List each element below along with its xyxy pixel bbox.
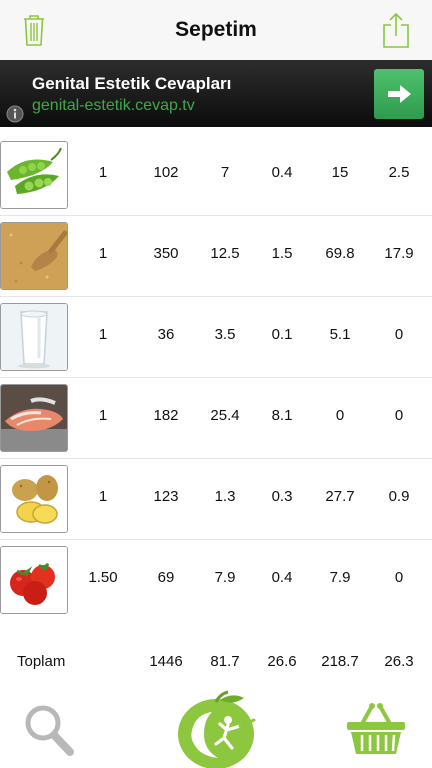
fiber-value: 0 xyxy=(394,407,404,424)
quantity-value: 1 xyxy=(98,326,108,343)
carbohydrate-value: 69.8 xyxy=(325,245,355,262)
fiber-value: 0.9 xyxy=(388,488,410,505)
ad-title: Genital Estetik Cevapları xyxy=(32,74,232,93)
quantity-value: 1 xyxy=(98,164,108,181)
peas-image xyxy=(0,141,68,209)
calorie-value: 69 xyxy=(157,569,175,586)
carbohydrate-value: 7.9 xyxy=(329,569,351,586)
list-item[interactable]: 1 350 12.5 1.5 69.8 17.9 xyxy=(0,215,432,297)
home-tab[interactable] xyxy=(170,690,262,768)
carbohydrate-value: 15 xyxy=(331,164,349,181)
search-icon xyxy=(25,705,74,756)
bulgur-image xyxy=(0,222,68,290)
ad-url: genital-estetik.cevap.tv xyxy=(32,97,195,114)
basket-icon xyxy=(347,703,405,754)
ad-banner[interactable]: Genital Estetik Cevapları genital-esteti… xyxy=(0,60,432,127)
calorie-value: 182 xyxy=(153,407,179,424)
fat-value: 0.3 xyxy=(271,488,293,505)
fiber-value: 0 xyxy=(394,569,404,586)
calorie-value: 102 xyxy=(153,164,179,181)
share-button[interactable] xyxy=(378,10,414,50)
search-tab[interactable] xyxy=(22,702,76,758)
navigation-bar: Sepetim xyxy=(0,0,432,61)
share-icon xyxy=(383,12,409,48)
info-icon xyxy=(6,105,24,123)
list-item[interactable]: 1 182 25.4 8.1 0 0 xyxy=(0,377,432,459)
fat-value: 8.1 xyxy=(271,407,293,424)
total-fiber-value: 26.3 xyxy=(384,653,414,670)
protein-value: 3.5 xyxy=(214,326,236,343)
apple-logo-icon xyxy=(178,690,256,768)
protein-value: 12.5 xyxy=(210,245,240,262)
protein-value: 7 xyxy=(220,164,230,181)
list-item[interactable]: 1 123 1.3 0.3 27.7 0.9 xyxy=(0,458,432,540)
page-title: Sepetim xyxy=(175,18,257,41)
potato-image xyxy=(0,465,68,533)
total-carbohydrate-value: 218.7 xyxy=(321,653,359,670)
fat-value: 0.4 xyxy=(271,164,293,181)
total-row: Toplam 1446 81.7 26.6 218.7 26.3 xyxy=(0,640,432,680)
protein-value: 25.4 xyxy=(210,407,240,424)
salmon-image xyxy=(0,384,68,452)
carbohydrate-value: 27.7 xyxy=(325,488,355,505)
fat-value: 0.4 xyxy=(271,569,293,586)
list-item[interactable]: 1 36 3.5 0.1 5.1 0 xyxy=(0,296,432,378)
quantity-value: 1.50 xyxy=(88,569,118,586)
total-label: Toplam xyxy=(17,653,66,670)
fat-value: 0.1 xyxy=(271,326,293,343)
total-fat-value: 26.6 xyxy=(267,653,297,670)
total-protein-value: 81.7 xyxy=(210,653,240,670)
fiber-value: 0 xyxy=(394,326,404,343)
calorie-value: 36 xyxy=(157,326,175,343)
fiber-value: 17.9 xyxy=(384,245,414,262)
carbohydrate-value: 5.1 xyxy=(329,326,351,343)
milk-glass-image xyxy=(0,303,68,371)
ad-info-button[interactable] xyxy=(6,105,24,128)
protein-value: 1.3 xyxy=(214,488,236,505)
list-item[interactable]: 1 102 7 0.4 15 2.5 xyxy=(0,134,432,216)
calorie-value: 350 xyxy=(153,245,179,262)
quantity-value: 1 xyxy=(98,245,108,262)
fat-value: 1.5 xyxy=(271,245,293,262)
ad-open-button[interactable] xyxy=(374,69,424,119)
calorie-value: 123 xyxy=(153,488,179,505)
total-calorie-value: 1446 xyxy=(149,653,183,670)
quantity-value: 1 xyxy=(98,488,108,505)
carbohydrate-value: 0 xyxy=(335,407,345,424)
quantity-value: 1 xyxy=(98,407,108,424)
basket-tab[interactable] xyxy=(344,702,408,758)
arrow-right-icon xyxy=(388,85,411,103)
tomato-image xyxy=(0,546,68,614)
list-item[interactable]: 1.50 69 7.9 0.4 7.9 0 xyxy=(0,539,432,620)
protein-value: 7.9 xyxy=(214,569,236,586)
fiber-value: 2.5 xyxy=(388,164,410,181)
tab-bar xyxy=(0,688,432,768)
